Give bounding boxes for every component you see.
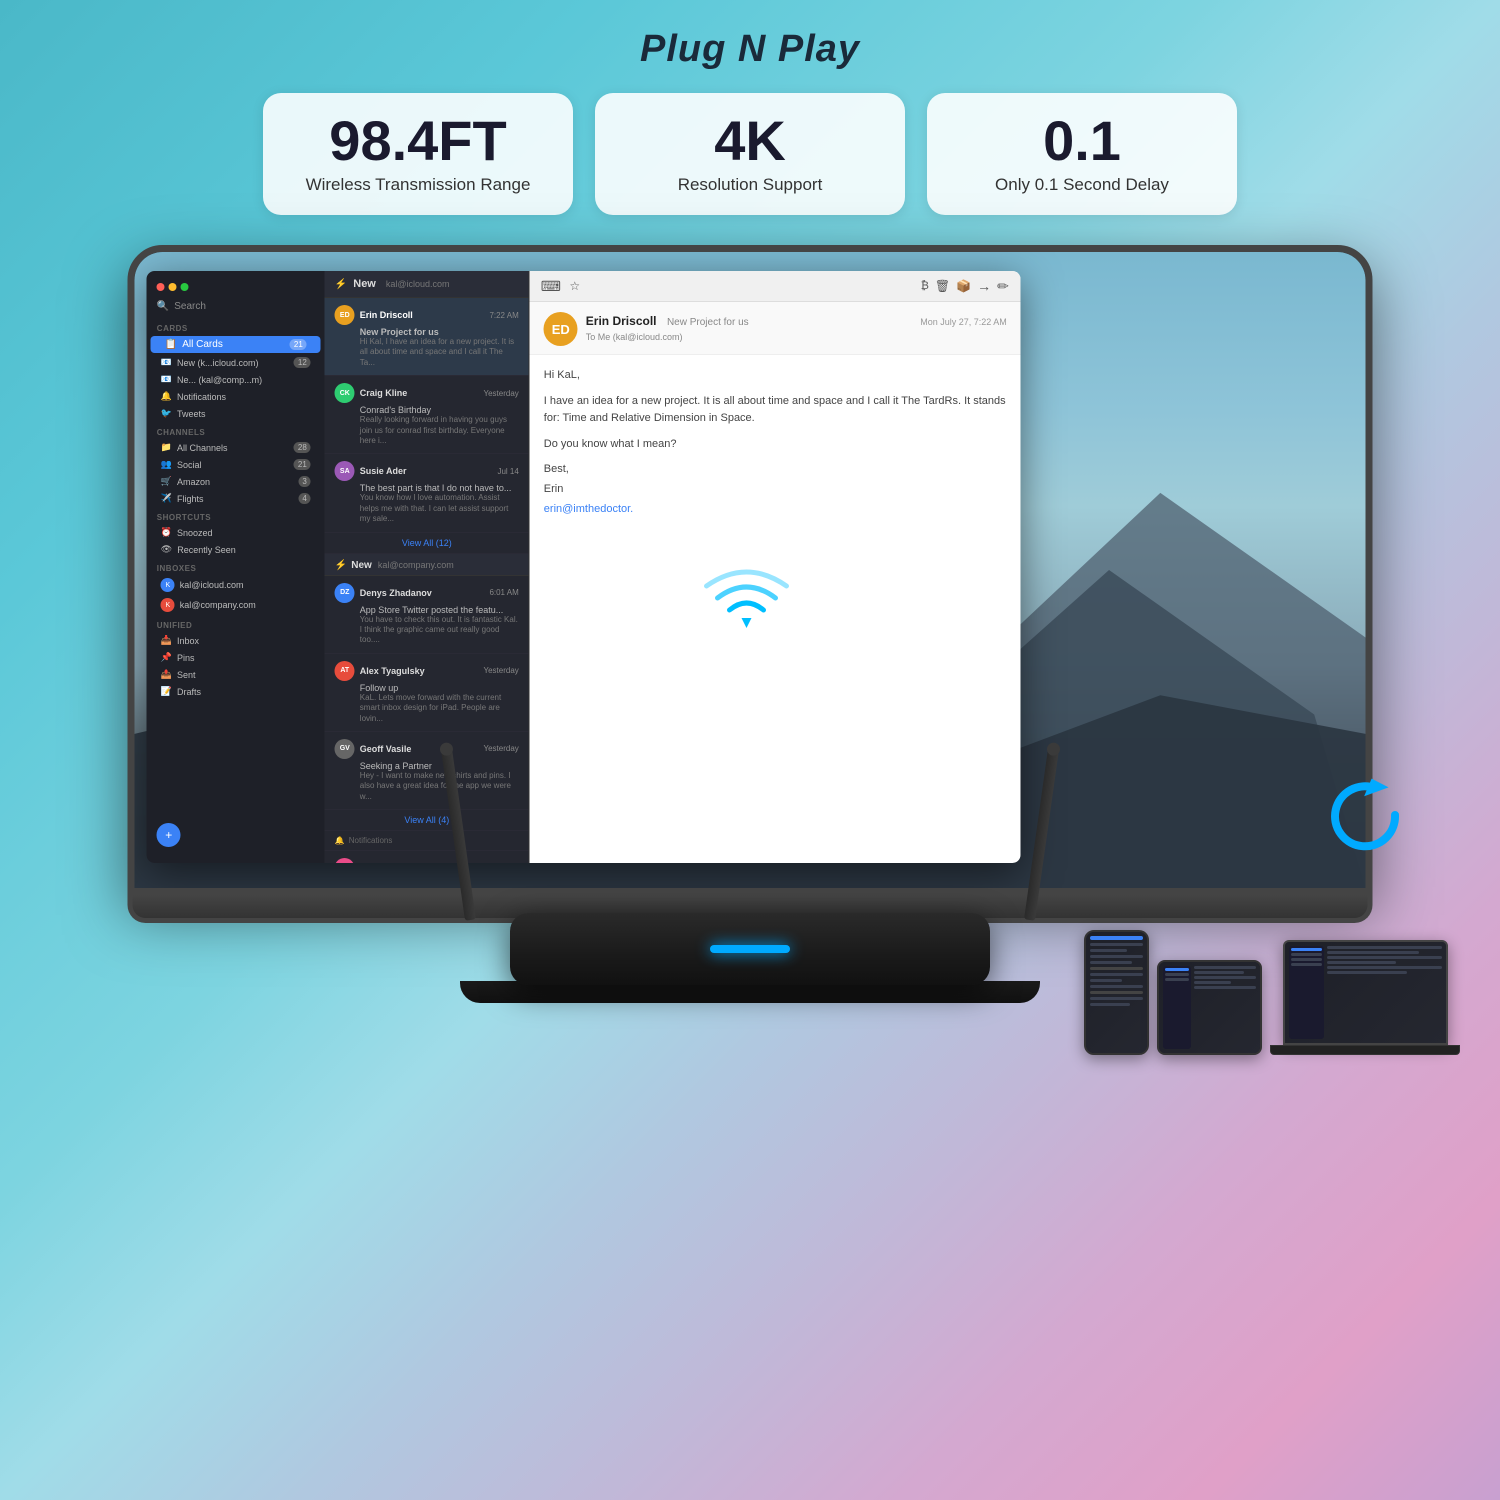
mail-app: 🔍 Search CARDS 📋 All Cards 21 📧 New (k..… (147, 271, 1021, 862)
stat-desc-delay: Only 0.1 Second Delay (959, 175, 1205, 195)
toolbar-archive-btn[interactable]: 📦 (956, 279, 971, 293)
toolbar-back-btn[interactable]: ⌨ (542, 277, 560, 295)
stat-box-range: 98.4FT Wireless Transmission Range (263, 93, 573, 215)
toolbar-more-btn[interactable]: → (977, 278, 991, 294)
tv-area: 🔍 Search CARDS 📋 All Cards 21 📧 New (k..… (0, 225, 1500, 1085)
email-list-header: ⚡ New kal@icloud.com (325, 271, 529, 298)
tv-screen: 🔍 Search CARDS 📋 All Cards 21 📧 New (k..… (128, 245, 1373, 895)
email-item-susie[interactable]: SA Susie Ader Jul 14 The best part is th… (325, 454, 529, 532)
email-item-craig[interactable]: CK Craig Kline Yesterday Conrad's Birthd… (325, 376, 529, 454)
email-list-new-header: ⚡ New kal@company.com (325, 554, 529, 576)
small-laptop (1270, 940, 1460, 1055)
sidebar-item-new-icloud[interactable]: 📧 New (k...icloud.com) 12 (147, 354, 325, 371)
stat-desc-range: Wireless Transmission Range (295, 175, 541, 195)
body-line2: Do you know what I mean? (544, 436, 1007, 454)
view-all-4[interactable]: View All (4) (325, 810, 529, 831)
email-item-denys[interactable]: DZ Denys Zhadanov 6:01 AM App Store Twit… (325, 576, 529, 654)
sidebar-item-inbox-icloud[interactable]: K kal@icloud.com (147, 575, 325, 595)
body-sign: Best, (544, 461, 1007, 479)
body-email: erin@imthedoctor. (544, 501, 1007, 519)
to-info: To Me (kal@icloud.com) (586, 332, 1007, 342)
sidebar-item-sent[interactable]: 📤 Sent (147, 666, 325, 683)
sidebar-item-all-channels[interactable]: 📁 All Channels 28 (147, 439, 325, 456)
sidebar-item-new-company[interactable]: 📧 Ne... (kal@comp...m) (147, 371, 325, 388)
stat-box-delay: 0.1 Only 0.1 Second Delay (927, 93, 1237, 215)
email-item-dribbble[interactable]: D Dribbble 11:05 AM [Dribbble] Superman … (325, 851, 529, 862)
toolbar-star-btn[interactable]: ☆ (566, 277, 584, 295)
small-tablet (1157, 960, 1262, 1055)
device-base (510, 913, 990, 985)
sidebar-item-notifications[interactable]: 🔔 Notifications (147, 388, 325, 405)
sidebar-item-amazon[interactable]: 🛒 Amazon 3 (147, 473, 325, 490)
bluetooth-icon: ₿ (921, 280, 929, 292)
refresh-arrow (1320, 770, 1410, 865)
wifi-signal-overlay (702, 558, 792, 645)
email-detail-toolbar-bar: ⌨ ☆ ₿ 🗑 📦 → ✏ (530, 271, 1021, 302)
email-detail-panel: ⌨ ☆ ₿ 🗑 📦 → ✏ ED (530, 271, 1021, 862)
body-greeting: Hi KaL, (544, 367, 1007, 385)
sidebar-item-snoozed[interactable]: ⏰ Snoozed (147, 524, 325, 541)
stat-number-resolution: 4K (627, 113, 873, 169)
email-item-geoff[interactable]: GV Geoff Vasile Yesterday Seeking a Part… (325, 732, 529, 810)
sidebar-item-pins[interactable]: 📌 Pins (147, 649, 325, 666)
email-from-section: ED Erin Driscoll New Project for us Mon … (530, 302, 1021, 355)
plug-n-play-title: Plug N Play (640, 28, 860, 70)
email-body: Hi KaL, I have an idea for a new project… (530, 355, 1021, 862)
sidebar-search[interactable]: 🔍 Search (147, 297, 325, 316)
stats-row: 98.4FT Wireless Transmission Range 4K Re… (90, 93, 1410, 215)
email-date: Mon July 27, 7:22 AM (920, 317, 1007, 327)
body-name: Erin (544, 481, 1007, 499)
sidebar-item-drafts[interactable]: 📝 Drafts (147, 683, 325, 700)
mail-sidebar: 🔍 Search CARDS 📋 All Cards 21 📧 New (k..… (147, 271, 325, 862)
email-list-title: New (353, 278, 376, 290)
notifications-section: 🔔 Notifications (325, 831, 529, 851)
stat-desc-resolution: Resolution Support (627, 175, 873, 195)
stat-number-range: 98.4FT (295, 113, 541, 169)
stat-number-delay: 0.1 (959, 113, 1205, 169)
sidebar-item-all-cards[interactable]: 📋 All Cards 21 (151, 336, 321, 353)
stat-box-resolution: 4K Resolution Support (595, 93, 905, 215)
sidebar-item-flights[interactable]: ✈️ Flights 4 (147, 490, 325, 507)
sidebar-item-inbox[interactable]: 📥 Inbox (147, 632, 325, 649)
device-led-strip (710, 945, 790, 953)
body-line1: I have an idea for a new project. It is … (544, 393, 1007, 428)
sidebar-section-cards: CARDS (147, 320, 325, 335)
sidebar-item-recently-seen[interactable]: 👁 Recently Seen (147, 541, 325, 558)
view-all-12[interactable]: View All (12) (325, 533, 529, 554)
from-name: Erin Driscoll (586, 314, 657, 328)
email-list-panel: ⚡ New kal@icloud.com ED Erin Driscoll 7:… (325, 271, 530, 862)
sidebar-item-tweets[interactable]: 🐦 Tweets (147, 405, 325, 422)
page-header: Plug N Play (0, 0, 1500, 71)
toolbar-compose-btn[interactable]: ✏ (997, 278, 1009, 295)
toolbar-delete-btn[interactable]: 🗑 (935, 279, 950, 293)
from-avatar: ED (544, 312, 578, 346)
small-devices-cluster (1084, 930, 1460, 1055)
small-phone (1084, 930, 1149, 1055)
sidebar-item-inbox-company[interactable]: K kal@company.com (147, 595, 325, 615)
email-item-erin[interactable]: ED Erin Driscoll 7:22 AM New Project for… (325, 298, 529, 376)
email-item-alex[interactable]: AT Alex Tyagulsky Yesterday Follow up Ka… (325, 654, 529, 732)
sidebar-item-social[interactable]: 👥 Social 21 (147, 456, 325, 473)
